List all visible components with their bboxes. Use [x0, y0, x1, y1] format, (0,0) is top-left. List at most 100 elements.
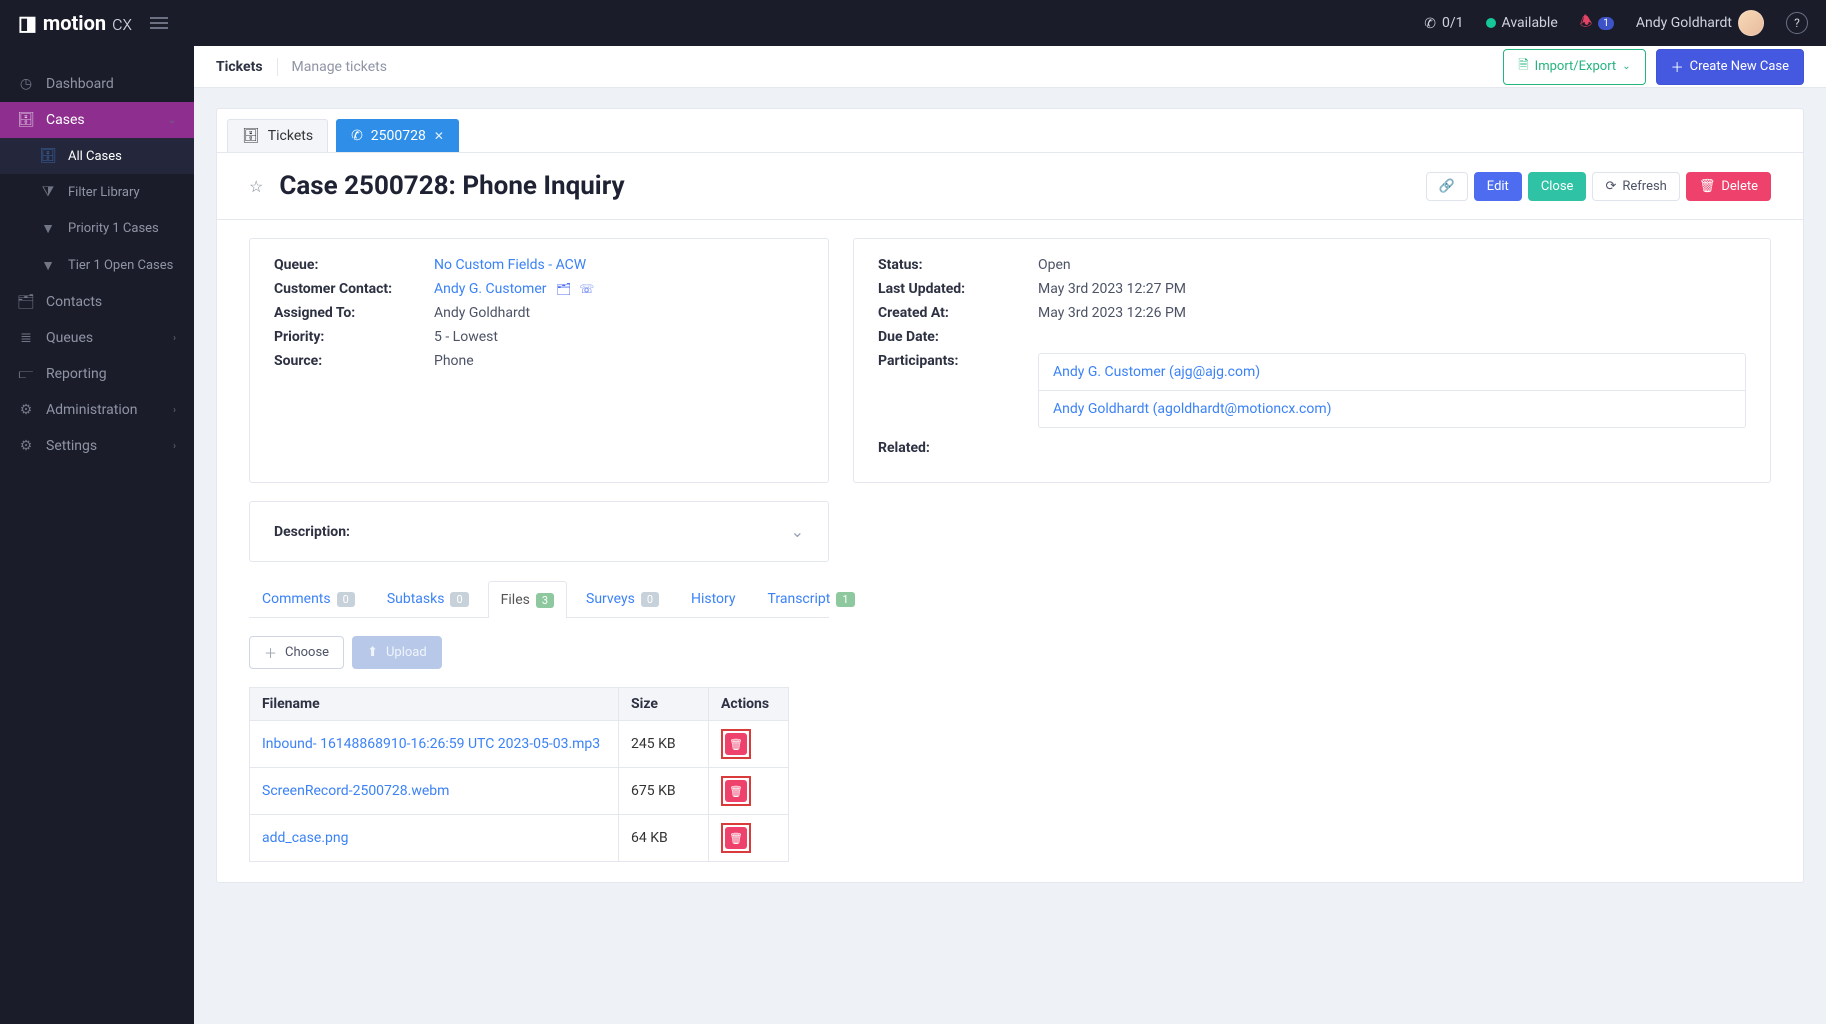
refresh-button[interactable]: ⟳ Refresh [1592, 172, 1679, 201]
help-button[interactable]: ? [1786, 12, 1808, 34]
tab-label: Tickets [268, 128, 313, 144]
file-link[interactable]: ScreenRecord-2500728.webm [262, 783, 449, 799]
edit-label: Edit [1487, 179, 1509, 194]
tab-case-2500728[interactable]: ✆ 2500728 ✕ [336, 119, 459, 152]
close-button[interactable]: Close [1528, 172, 1587, 201]
brand-suffix: cx [112, 11, 132, 35]
link-icon: 🔗 [1439, 179, 1455, 194]
sidebar-item-priority1[interactable]: ▼ Priority 1 Cases [0, 210, 194, 247]
gauge-icon: ◷ [18, 76, 34, 92]
case-title: Case 2500728: Phone Inquiry [279, 171, 624, 201]
updated-value: May 3rd 2023 12:27 PM [1038, 281, 1186, 297]
notifications-button[interactable]: 🕭 1 [1580, 11, 1614, 35]
sidebar-item-cases[interactable]: 🗄 Cases ⌄ [0, 102, 194, 138]
briefcase-icon: 🗄 [242, 128, 260, 144]
delete-button[interactable]: 🗑 Delete [1686, 172, 1771, 201]
close-icon[interactable]: ✕ [434, 129, 444, 143]
file-delete-button[interactable]: 🗑 [725, 733, 747, 755]
subtab-label: History [691, 591, 736, 607]
chevron-down-icon: ⌄ [791, 522, 804, 541]
subtab-surveys[interactable]: Surveys0 [573, 580, 672, 617]
sidebar-item-dashboard[interactable]: ◷ Dashboard [0, 66, 194, 102]
col-actions: Actions [709, 688, 789, 721]
due-label: Due Date: [878, 329, 1038, 345]
gear-icon: ⚙ [18, 438, 34, 454]
funnel-icon: ▼ [40, 257, 56, 274]
sidebar-item-all-cases[interactable]: 🗄 All Cases [0, 138, 194, 174]
updated-label: Last Updated: [878, 281, 1038, 297]
breadcrumb-divider [277, 58, 278, 76]
sidebar-item-tier1-open[interactable]: ▼ Tier 1 Open Cases [0, 247, 194, 284]
briefcase-icon: 🗄 [40, 148, 56, 164]
trash-icon: 🗑 [729, 738, 743, 751]
queue-label: Queue: [274, 257, 434, 273]
chevron-down-icon: ⌄ [1622, 61, 1630, 72]
call-ratio: 0/1 [1442, 15, 1464, 31]
star-outline-icon[interactable]: ☆ [249, 177, 263, 196]
topbar: ◨ motioncx ✆ 0/1 Available 🕭 1 Andy Gold… [0, 0, 1826, 46]
tab-label: 2500728 [371, 128, 426, 144]
file-delete-button[interactable]: 🗑 [725, 780, 747, 802]
case-subtabs: Comments0 Subtasks0 Files3 Surveys0 Hist… [249, 580, 829, 618]
create-case-button[interactable]: ＋ Create New Case [1656, 49, 1804, 85]
subtab-label: Transcript [768, 591, 831, 607]
phone-icon: ✆ [351, 128, 363, 144]
sidebar-item-label: Administration [46, 402, 137, 418]
import-export-button[interactable]: 🗎 Import/Export ⌄ [1503, 49, 1645, 85]
sidebar-item-filter-library[interactable]: ⧩ Filter Library [0, 174, 194, 210]
contact-card-icon[interactable]: 🗂 [556, 282, 571, 296]
delete-label: Delete [1721, 179, 1758, 194]
sidebar-toggle-button[interactable] [150, 17, 168, 29]
refresh-label: Refresh [1622, 179, 1666, 194]
phone-icon: ✆ [1424, 15, 1436, 32]
subtab-subtasks[interactable]: Subtasks0 [374, 580, 482, 617]
trash-icon: 🗑 [1699, 179, 1716, 194]
sidebar-item-reporting[interactable]: ⫍ Reporting [0, 356, 194, 392]
chevron-right-icon: › [173, 441, 176, 452]
file-link[interactable]: add_case.png [262, 830, 348, 846]
choose-file-button[interactable]: ＋Choose [249, 636, 344, 669]
tab-tickets[interactable]: 🗄 Tickets [227, 119, 328, 152]
chart-icon: ⫍ [18, 366, 34, 382]
file-size: 675 KB [619, 768, 709, 815]
brand-logo[interactable]: ◨ motioncx [18, 11, 132, 35]
user-menu[interactable]: Andy Goldhardt [1636, 10, 1764, 36]
edit-button[interactable]: Edit [1474, 172, 1522, 201]
layers-icon: ≣ [18, 330, 34, 346]
sidebar-item-queues[interactable]: ≣ Queues › [0, 320, 194, 356]
status-dot-icon [1486, 18, 1496, 28]
subtab-comments[interactable]: Comments0 [249, 580, 368, 617]
username: Andy Goldhardt [1636, 15, 1732, 31]
sidebar-item-administration[interactable]: ⚙︎ Administration › [0, 392, 194, 428]
sidebar-item-settings[interactable]: ⚙ Settings › [0, 428, 194, 464]
breadcrumb-primary: Tickets [216, 59, 263, 75]
refresh-icon: ⟳ [1605, 179, 1616, 194]
col-filename: Filename [250, 688, 619, 721]
call-out-icon[interactable]: ☏ [579, 282, 594, 296]
agent-status[interactable]: Available [1486, 15, 1558, 31]
participant-link[interactable]: Andy Goldhardt (agoldhardt@motioncx.com) [1053, 401, 1332, 417]
file-link[interactable]: Inbound- 16148868910-16:26:59 UTC 2023-0… [262, 736, 600, 752]
subtab-files[interactable]: Files3 [488, 581, 567, 618]
chevron-right-icon: › [173, 333, 176, 344]
count-badge: 3 [536, 593, 554, 608]
description-card[interactable]: Description: ⌄ [249, 501, 829, 562]
count-badge: 0 [337, 592, 355, 607]
contact-link[interactable]: Andy G. Customer [434, 281, 547, 297]
call-counter[interactable]: ✆ 0/1 [1424, 15, 1463, 32]
case-info-left: Queue:No Custom Fields - ACW Customer Co… [249, 238, 829, 483]
source-value: Phone [434, 353, 474, 369]
participant-link[interactable]: Andy G. Customer (ajg@ajg.com) [1053, 364, 1260, 380]
queue-link[interactable]: No Custom Fields - ACW [434, 257, 586, 273]
contact-label: Customer Contact: [274, 281, 434, 297]
link-button[interactable]: 🔗 [1426, 172, 1468, 201]
avatar [1738, 10, 1764, 36]
files-table: Filename Size Actions Inbound- 161488689… [249, 687, 789, 862]
sidebar-item-contacts[interactable]: 🗂 Contacts [0, 284, 194, 320]
subtab-transcript[interactable]: Transcript1 [755, 580, 868, 617]
plus-icon: ＋ [1671, 57, 1684, 76]
sidebar-item-label: All Cases [68, 149, 122, 164]
file-delete-button[interactable]: 🗑 [725, 827, 747, 849]
user-cog-icon: ⚙︎ [18, 402, 34, 418]
subtab-history[interactable]: History [678, 580, 749, 617]
